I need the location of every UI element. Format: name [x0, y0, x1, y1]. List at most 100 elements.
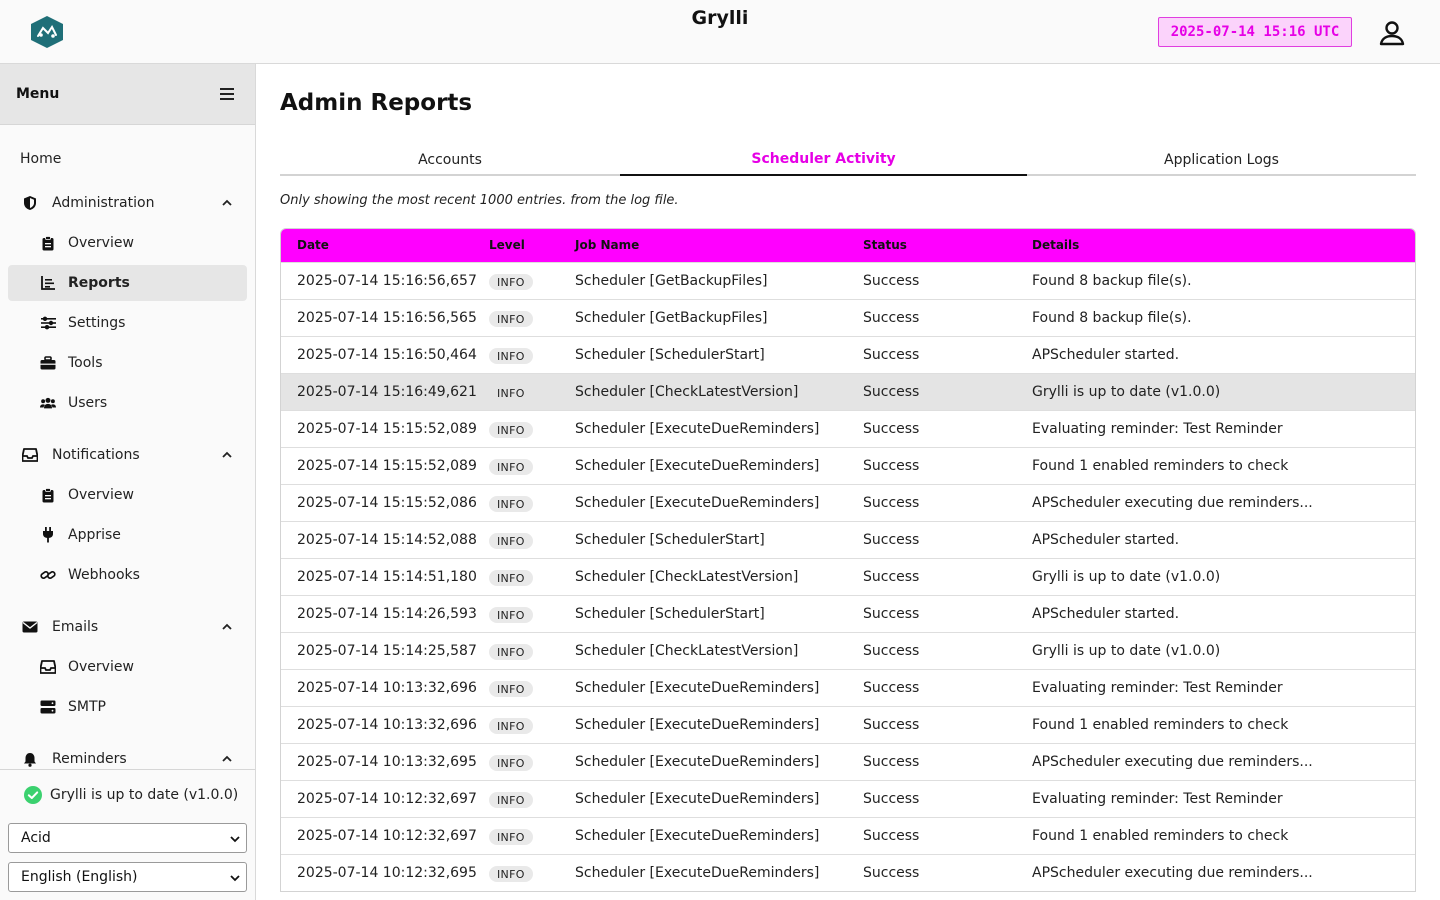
sidebar-item-webhooks[interactable]: Webhooks: [8, 557, 247, 593]
table-row[interactable]: 2025-07-14 10:12:32,697 INFO Scheduler [Ex…: [281, 817, 1415, 854]
cell-details: APScheduler executing due reminders...: [1032, 754, 1313, 770]
cell-details: Grylli is up to date (v1.0.0): [1032, 384, 1221, 400]
column-header-details[interactable]: Details: [1032, 238, 1079, 252]
sidebar-section-emails[interactable]: Emails: [8, 609, 247, 645]
sidebar-item-admin-overview[interactable]: Overview: [8, 225, 247, 261]
inbox-icon: [22, 447, 38, 463]
hamburger-menu-icon[interactable]: [217, 84, 237, 104]
cell-details: Grylli is up to date (v1.0.0): [1032, 643, 1221, 659]
cell-date: 2025-07-14 15:15:52,089: [297, 458, 477, 474]
level-badge: INFO: [489, 792, 533, 808]
sidebar-item-apprise[interactable]: Apprise: [8, 517, 247, 553]
cell-job-name: Scheduler [CheckLatestVersion]: [575, 569, 799, 585]
cell-job-name: Scheduler [GetBackupFiles]: [575, 310, 768, 326]
table-row[interactable]: 2025-07-14 15:14:26,593 INFO Scheduler [Sc…: [281, 595, 1415, 632]
cell-details: APScheduler started.: [1032, 347, 1180, 363]
cell-date: 2025-07-14 15:16:49,621: [297, 384, 477, 400]
cell-job-name: Scheduler [ExecuteDueReminders]: [575, 791, 820, 807]
sidebar-section-administration[interactable]: Administration: [8, 185, 247, 221]
clipboard-icon: [40, 235, 56, 251]
cell-job-name: Scheduler [ExecuteDueReminders]: [575, 828, 820, 844]
sidebar-item-reports[interactable]: Reports: [8, 265, 247, 301]
sidebar-item-tools[interactable]: Tools: [8, 345, 247, 381]
table-row[interactable]: 2025-07-14 15:15:52,086 INFO Scheduler [Ex…: [281, 484, 1415, 521]
cell-details: Evaluating reminder: Test Reminder: [1032, 791, 1283, 807]
cell-details: Found 8 backup file(s).: [1032, 310, 1192, 326]
update-status-text: Grylli is up to date (v1.0.0): [50, 787, 239, 803]
cell-date: 2025-07-14 15:14:51,180: [297, 569, 477, 585]
table-row[interactable]: 2025-07-14 10:12:32,695 INFO Scheduler [Ex…: [281, 854, 1415, 891]
cell-details: APScheduler executing due reminders...: [1032, 865, 1313, 881]
sliders-icon: [40, 315, 56, 331]
level-badge: INFO: [489, 348, 533, 364]
top-bar: Grylli 2025-07-14 15:16 UTC: [0, 0, 1440, 64]
level-badge: INFO: [489, 644, 533, 660]
cell-status: Success: [863, 421, 920, 437]
theme-select-value: Acid: [21, 830, 51, 846]
theme-select[interactable]: Acid: [8, 823, 247, 853]
table-row[interactable]: 2025-07-14 15:14:25,587 INFO Scheduler [Ch…: [281, 632, 1415, 669]
sidebar-item-home[interactable]: Home: [8, 141, 247, 177]
sidebar-item-label: Tools: [68, 355, 103, 371]
level-badge: INFO: [489, 496, 533, 512]
sidebar-item-settings[interactable]: Settings: [8, 305, 247, 341]
user-account-icon[interactable]: [1377, 18, 1407, 48]
table-row[interactable]: 2025-07-14 15:15:52,089 INFO Scheduler [Ex…: [281, 447, 1415, 484]
cell-status: Success: [863, 717, 920, 733]
table-row[interactable]: 2025-07-14 15:16:56,565 INFO Scheduler [Ge…: [281, 299, 1415, 336]
table-row[interactable]: 2025-07-14 15:16:56,657 INFO Scheduler [Ge…: [281, 262, 1415, 299]
sidebar-item-smtp[interactable]: SMTP: [8, 689, 247, 725]
table-body: 2025-07-14 15:16:56,657 INFO Scheduler [Ge…: [281, 262, 1415, 891]
sidebar-item-notifications-overview[interactable]: Overview: [8, 477, 247, 513]
cell-status: Success: [863, 310, 920, 326]
table-row[interactable]: 2025-07-14 15:14:51,180 INFO Scheduler [Ch…: [281, 558, 1415, 595]
cell-date: 2025-07-14 10:12:32,697: [297, 791, 477, 807]
report-tabs: Accounts Scheduler Activity Application …: [280, 144, 1416, 176]
cell-date: 2025-07-14 15:14:52,088: [297, 532, 477, 548]
sidebar: Menu Home Administration Overview Report…: [0, 64, 256, 900]
level-badge: INFO: [489, 755, 533, 771]
table-row[interactable]: 2025-07-14 10:13:32,696 INFO Scheduler [Ex…: [281, 706, 1415, 743]
clock-display: 2025-07-14 15:16 UTC: [1158, 17, 1352, 47]
update-status: Grylli is up to date (v1.0.0): [24, 786, 238, 804]
report-icon: [40, 275, 56, 291]
table-row[interactable]: 2025-07-14 15:15:52,089 INFO Scheduler [Ex…: [281, 410, 1415, 447]
scheduler-activity-table: Date Level Job Name Status Details 2025-…: [280, 228, 1416, 892]
chevron-up-icon: [222, 199, 232, 206]
column-header-level[interactable]: Level: [489, 238, 525, 252]
table-row[interactable]: 2025-07-14 10:13:32,696 INFO Scheduler [Ex…: [281, 669, 1415, 706]
level-badge: INFO: [489, 311, 533, 327]
table-row[interactable]: 2025-07-14 15:14:52,088 INFO Scheduler [Sc…: [281, 521, 1415, 558]
sidebar-item-users[interactable]: Users: [8, 385, 247, 421]
chevron-up-icon: [222, 755, 232, 762]
level-badge: INFO: [497, 386, 525, 400]
chevron-up-icon: [222, 623, 232, 630]
level-badge: INFO: [489, 422, 533, 438]
sidebar-item-label: SMTP: [68, 699, 106, 715]
users-icon: [40, 395, 56, 411]
clipboard-icon: [40, 487, 56, 503]
cell-status: Success: [863, 680, 920, 696]
sidebar-section-reminders[interactable]: Reminders: [8, 741, 247, 769]
level-badge: INFO: [489, 459, 533, 475]
cell-job-name: Scheduler [SchedulerStart]: [575, 606, 765, 622]
sidebar-nav: Home Administration Overview Reports Set…: [0, 125, 255, 769]
tab-application-logs[interactable]: Application Logs: [1027, 144, 1416, 176]
tab-scheduler-activity[interactable]: Scheduler Activity: [620, 144, 1027, 176]
table-row[interactable]: 2025-07-14 15:16:50,464 INFO Scheduler [Sc…: [281, 336, 1415, 373]
cell-date: 2025-07-14 10:13:32,696: [297, 717, 477, 733]
column-header-job-name[interactable]: Job Name: [575, 238, 639, 252]
cell-status: Success: [863, 643, 920, 659]
table-row[interactable]: 2025-07-14 10:12:32,697 INFO Scheduler [Ex…: [281, 780, 1415, 817]
level-badge: INFO: [489, 681, 533, 697]
table-row[interactable]: 2025-07-14 10:13:32,695 INFO Scheduler [Ex…: [281, 743, 1415, 780]
language-select-value: English (English): [21, 869, 138, 885]
sidebar-section-notifications[interactable]: Notifications: [8, 437, 247, 473]
column-header-status[interactable]: Status: [863, 238, 907, 252]
table-row[interactable]: 2025-07-14 15:16:49,621 INFO Scheduler [Ch…: [281, 373, 1415, 410]
language-select[interactable]: English (English): [8, 862, 247, 892]
tab-accounts[interactable]: Accounts: [280, 144, 620, 176]
column-header-date[interactable]: Date: [297, 238, 329, 252]
sidebar-item-emails-overview[interactable]: Overview: [8, 649, 247, 685]
cell-status: Success: [863, 384, 920, 400]
